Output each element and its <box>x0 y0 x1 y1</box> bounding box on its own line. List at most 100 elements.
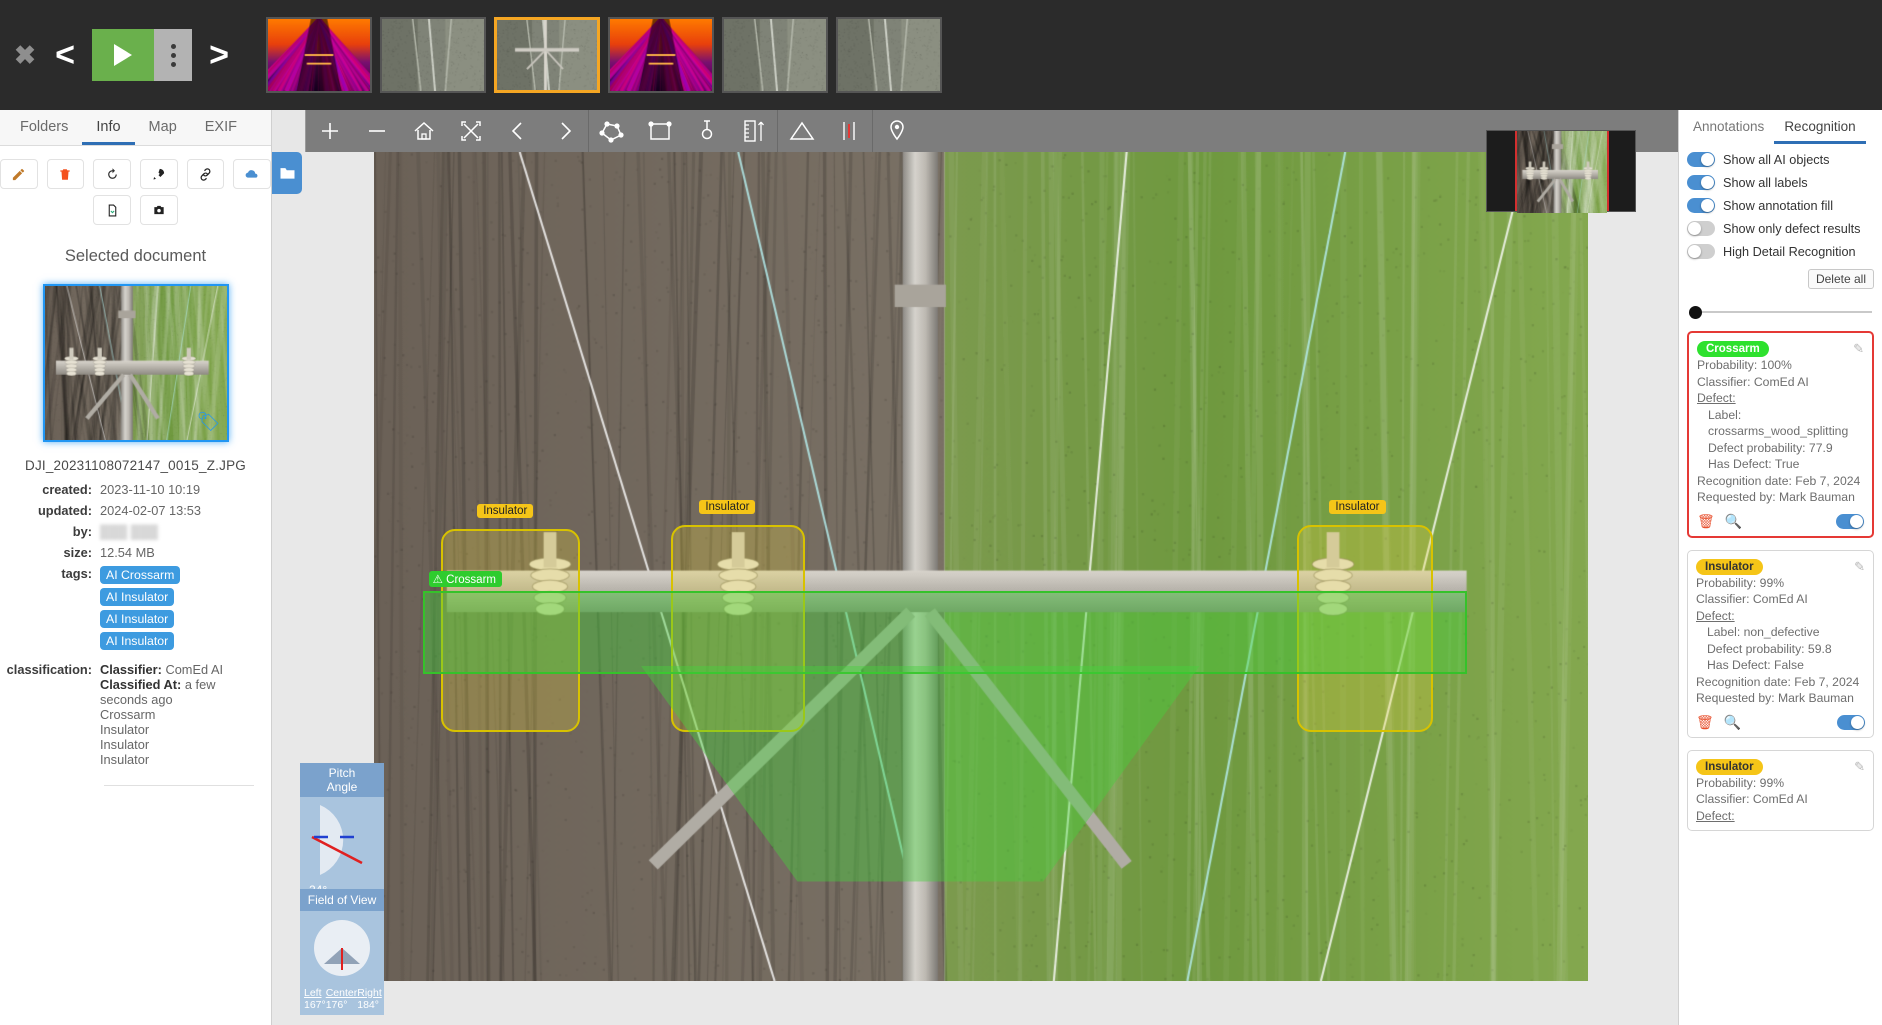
location-pin-icon[interactable] <box>873 110 920 152</box>
edit-icon[interactable]: ✎ <box>1853 341 1864 357</box>
list-toggle-button[interactable]: ☰ <box>1678 138 1679 178</box>
rotate-icon[interactable] <box>93 159 131 189</box>
edit-icon[interactable]: ✎ <box>1854 759 1865 775</box>
home-icon[interactable] <box>400 110 447 152</box>
toggle-row: Show only defect results <box>1687 221 1882 236</box>
card-visibility-toggle[interactable] <box>1837 714 1865 730</box>
section-title: Selected document <box>64 247 207 265</box>
thumb-thermal-2[interactable] <box>608 17 714 93</box>
edit-icon[interactable]: ✎ <box>1854 559 1865 575</box>
metadata-key: updated: <box>37 503 92 518</box>
card-visibility-toggle[interactable] <box>1836 513 1864 529</box>
playback-menu-button[interactable] <box>154 29 192 81</box>
tag-chip[interactable]: AI Insulator <box>100 588 175 606</box>
fov-left-value: 167° <box>304 999 326 1011</box>
tag-chip[interactable]: AI Crossarm <box>100 566 181 584</box>
delete-all-button[interactable]: Delete all <box>1807 269 1874 289</box>
tags-row: tags: AI Crossarm AI Insulator AI Insulator… <box>0 566 271 650</box>
delete-icon[interactable]: 🗑 <box>1696 714 1714 731</box>
zoom-to-icon[interactable]: 🔍 <box>1724 714 1741 731</box>
tab-exif[interactable]: EXIF <box>191 110 251 145</box>
defect_heading: Defect: <box>1697 391 1736 405</box>
recognition-card[interactable]: Insulator ✎ Probability: 99% Classifier: Co… <box>1687 749 1874 831</box>
tab-recognition[interactable]: Recognition <box>1774 110 1866 144</box>
metadata-value: 2023-11-10 10:19 <box>100 482 201 497</box>
defect_probability: Defect probability: 77.9 <box>1708 440 1833 455</box>
toggle-row: Show annotation fill <box>1687 198 1882 213</box>
thumb-rgb-3[interactable] <box>836 17 942 93</box>
classified-at-line: Classified At: a few seconds ago <box>100 677 216 707</box>
recognition-card[interactable]: Crossarm ✎ Probability: 100% Classifier: Co… <box>1687 331 1874 538</box>
toggle-row: Show all labels <box>1687 175 1882 190</box>
rectangle-tool-icon[interactable] <box>636 110 683 152</box>
classification-object: Insulator <box>100 722 150 737</box>
fov-left-key: Left <box>304 987 322 999</box>
tab-folders[interactable]: Folders <box>6 110 82 145</box>
close-icon[interactable]: ✖ <box>8 40 42 71</box>
toggle-show-annotation-fill[interactable] <box>1687 198 1715 213</box>
tab-annotations[interactable]: Annotations <box>1683 110 1774 144</box>
classification-object: Insulator <box>100 752 150 767</box>
next-image-icon[interactable] <box>541 110 588 152</box>
link-icon[interactable] <box>186 159 225 189</box>
zoom-out-icon[interactable] <box>353 110 400 152</box>
edit-icon[interactable] <box>0 159 38 189</box>
height-tool-icon[interactable] <box>825 110 872 152</box>
thumb-rgb-pole[interactable] <box>494 17 600 93</box>
rocket-icon[interactable] <box>140 159 178 189</box>
recognition-panel-tabs: Annotations Recognition <box>1679 110 1882 144</box>
defect_heading: Defect: <box>1696 808 1735 823</box>
annotation-box-crossarm[interactable] <box>422 591 1467 675</box>
selected-document-thumbnail[interactable]: 🏷 <box>42 284 229 442</box>
label_key: Label: <box>1708 407 1742 422</box>
play-button[interactable] <box>92 29 154 81</box>
previous-image-button[interactable]: < <box>42 36 88 75</box>
slider-knob[interactable] <box>1689 306 1702 319</box>
cloud-upload-icon[interactable] <box>233 159 271 189</box>
annotation-label-crossarm[interactable]: ⚠ Crossarm <box>428 571 502 588</box>
metadata-key: created: <box>42 482 92 497</box>
annotation-label-insulator[interactable]: Insulator <box>699 500 756 515</box>
play-icon <box>114 44 132 66</box>
image-viewer: Insulator Insulator Insulator ⚠ Crossarm Pi… <box>272 110 1678 1025</box>
next-image-button[interactable]: > <box>196 36 242 75</box>
toggle-high-detail-recognition[interactable] <box>1687 244 1715 259</box>
recognition-toggles: Show all AI objects Show all labels Show a… <box>1679 152 1882 259</box>
classification-object: Insulator <box>100 737 150 752</box>
tab-map[interactable]: Map <box>135 110 191 145</box>
document-icon[interactable] <box>93 195 131 225</box>
zoom-to-icon[interactable]: 🔍 <box>1725 513 1742 530</box>
toggle-show-only-defect-results[interactable] <box>1687 221 1715 236</box>
delete-icon[interactable] <box>46 159 85 189</box>
angle-tool-icon[interactable] <box>778 110 825 152</box>
annotation-label-insulator[interactable]: Insulator <box>1329 500 1386 515</box>
metadata-value: ███ ███ <box>100 524 158 539</box>
tag-chip[interactable]: AI Insulator <box>100 632 175 650</box>
thumb-thermal-1[interactable] <box>266 17 372 93</box>
fit-screen-icon[interactable] <box>447 110 494 152</box>
polygon-tool-icon[interactable] <box>589 110 636 152</box>
thumb-rgb-2[interactable] <box>722 17 828 93</box>
toggle-row: Show all AI objects <box>1687 152 1882 167</box>
image-canvas-container[interactable]: Insulator Insulator Insulator ⚠ Crossarm <box>374 152 1588 981</box>
fov-center-key: Center <box>325 987 358 999</box>
zoom-in-icon[interactable] <box>306 110 353 152</box>
toggle-show-all-ai-objects[interactable] <box>1687 152 1715 167</box>
annotation-label-insulator[interactable]: Insulator <box>477 504 534 519</box>
toggle-show-all-labels[interactable] <box>1687 175 1715 190</box>
delete-icon[interactable]: 🗑 <box>1697 513 1715 530</box>
thumb-rgb-1[interactable] <box>380 17 486 93</box>
prev-image-icon[interactable] <box>494 110 541 152</box>
metadata-row: updated: 2024-02-07 13:53 <box>0 503 271 518</box>
card-header: Insulator ✎ <box>1696 558 1865 575</box>
opacity-slider[interactable] <box>1689 305 1872 319</box>
camera-icon[interactable] <box>140 195 178 225</box>
tab-info[interactable]: Info <box>82 110 135 145</box>
point-measure-icon[interactable] <box>683 110 730 152</box>
thumbnail-strip <box>266 17 942 93</box>
tag-chip[interactable]: AI Insulator <box>100 610 175 628</box>
minimap[interactable] <box>1486 130 1636 213</box>
recognition-card[interactable]: Insulator ✎ Probability: 99% Classifier: Co… <box>1687 549 1874 738</box>
ruler-tool-icon[interactable] <box>730 110 777 152</box>
folder-toggle-button[interactable] <box>272 152 302 194</box>
